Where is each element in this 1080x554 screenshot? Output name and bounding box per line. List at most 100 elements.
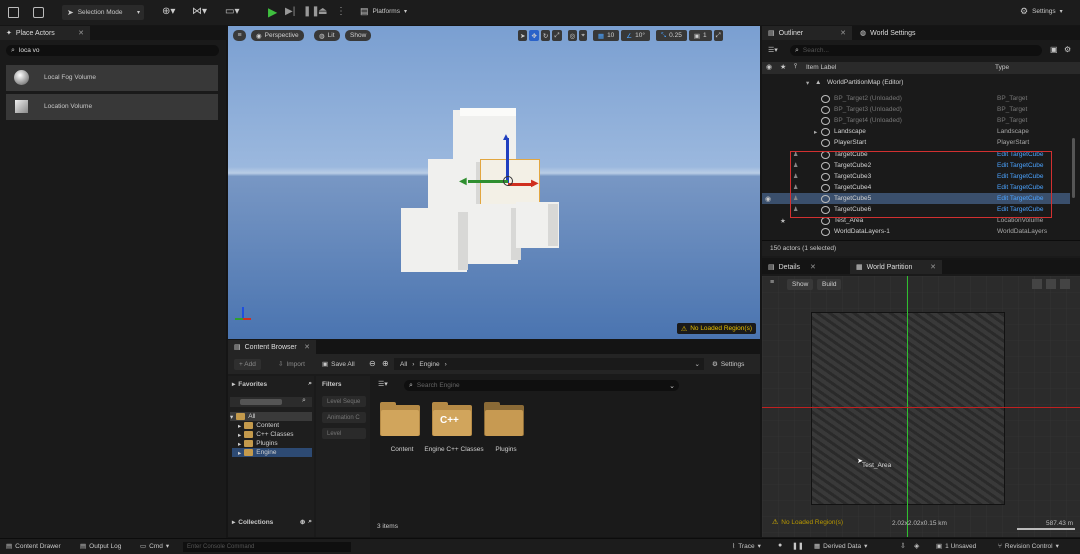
search-icon[interactable]: ⌕	[302, 397, 306, 405]
cb-settings-button[interactable]: ⚙ Settings	[712, 360, 744, 369]
favorites-header[interactable]: ▸ Favorites ⌕	[232, 380, 312, 388]
col-item-label[interactable]: Item Label	[806, 64, 836, 71]
content-icon[interactable]	[33, 7, 44, 18]
platforms-menu[interactable]: ▤ Platforms ▾	[360, 6, 407, 17]
perspective-button[interactable]: ◉ Perspective	[251, 30, 304, 41]
collections-header[interactable]: ▸ Collections ⊕ ⌕	[232, 518, 312, 526]
tree-item-plugins[interactable]: ▸ Plugins	[238, 439, 278, 448]
breadcrumb-all[interactable]: All	[400, 361, 407, 368]
cinematics-icon[interactable]: ▭▾	[225, 6, 239, 17]
show-button[interactable]: Show	[345, 30, 372, 41]
scale-tool-icon[interactable]: ⤢	[552, 30, 562, 41]
console-input[interactable]: Enter Console Command	[183, 542, 351, 552]
gear-icon[interactable]: ⚙	[1064, 45, 1071, 54]
place-actors-search[interactable]: ⌕ loca vo	[6, 45, 219, 56]
scale-snap-button[interactable]: ⤡ 0.25	[655, 30, 687, 41]
derived-data-menu[interactable]: ▦ Derived Data ▾	[814, 542, 867, 551]
move-tool-icon[interactable]: ✥	[529, 30, 539, 41]
tree-item-all[interactable]: ▾ All	[230, 412, 312, 421]
tab-details[interactable]: ▤ Details ✕	[762, 260, 822, 274]
close-icon[interactable]: ✕	[78, 29, 84, 37]
content-drawer-button[interactable]: ▤ Content Drawer	[6, 542, 61, 551]
search-icon[interactable]: ⌕	[308, 380, 312, 388]
tab-place-actors[interactable]: ✦ Place Actors ✕	[0, 26, 90, 40]
tree-item-content[interactable]: ▸ Content	[238, 421, 279, 430]
play-icon[interactable]: ▶	[268, 5, 277, 19]
wp-show-button[interactable]: Show	[787, 279, 814, 290]
asset-search-input[interactable]: ⌕ Search Engine ⌄	[404, 380, 679, 391]
close-icon[interactable]: ✕	[304, 343, 310, 351]
history-dropdown-icon[interactable]: ⌄	[695, 360, 700, 368]
revision-control-menu[interactable]: ⑂ Revision Control ▾	[998, 542, 1059, 551]
unsaved-button[interactable]: ▣ 1 Unsaved	[936, 542, 976, 551]
filter-icon[interactable]: ☰▾	[378, 380, 388, 388]
outliner-row[interactable]: WorldDataLayers-1 WorldDataLayers	[762, 226, 1070, 237]
blueprint-icon[interactable]: ⋈▾	[192, 6, 207, 17]
tab-outliner[interactable]: ▤ Outliner ✕	[762, 26, 852, 40]
download-icon[interactable]: ⇩	[900, 542, 906, 550]
close-icon[interactable]: ✕	[810, 263, 816, 271]
tab-content-browser[interactable]: ▤ Content Browser ✕	[228, 340, 316, 354]
search-icon[interactable]: ⌕	[308, 518, 312, 526]
wp-map-view[interactable]: ≡ Show Build ➤ Test_Area ⚠ No Loaded Reg…	[762, 276, 1080, 537]
filter-level-sequence[interactable]: Level Seque	[322, 396, 366, 407]
project-header[interactable]: ⌕	[230, 397, 312, 407]
world-space-icon[interactable]: ◎	[567, 30, 578, 41]
chevron-right-icon[interactable]: ▸	[814, 128, 817, 136]
pause-icon[interactable]: ❚❚	[792, 542, 804, 550]
outliner-row[interactable]: BP_Target4 (Unloaded) BP_Target	[762, 115, 1070, 126]
tree-item-engine[interactable]: ▸ Engine	[232, 448, 312, 457]
lit-button[interactable]: ◍ Lit	[314, 30, 340, 41]
wp-mode-icon-1[interactable]	[1032, 279, 1042, 289]
selection-mode-dropdown[interactable]: ➤ Selection Mode ▾	[62, 5, 144, 20]
outliner-scrollbar[interactable]	[1072, 138, 1075, 198]
filter-icon[interactable]: ☰▾	[768, 46, 778, 54]
trace-menu[interactable]: ⌇ Trace ▾	[732, 542, 761, 551]
save-all-button[interactable]: ▣ Save All	[322, 360, 355, 369]
notification-icon[interactable]: ◈	[914, 542, 919, 550]
record-icon[interactable]: ●	[778, 542, 782, 549]
level-viewport[interactable]: ▲ ◀ ▶ ≡ ◉ Perspective ◍ Lit Show ➤ ✥ ↻ ⤢…	[228, 26, 760, 339]
actor-item-local-fog-volume[interactable]: Local Fog Volume	[6, 65, 218, 91]
folder-content[interactable]: Content	[378, 400, 426, 470]
outliner-row[interactable]: BP_Target2 (Unloaded) BP_Target	[762, 93, 1070, 104]
close-icon[interactable]: ✕	[930, 263, 936, 271]
tree-item-cpp-classes[interactable]: ▸ C++ Classes	[238, 430, 293, 439]
camera-speed-button[interactable]: ▣ 1	[688, 30, 712, 41]
select-tool-icon[interactable]: ➤	[518, 30, 528, 41]
add-collection-icon[interactable]: ⊕	[300, 518, 305, 526]
step-icon[interactable]: ▶|	[285, 6, 295, 17]
add-actor-icon[interactable]: ⊕▾	[162, 6, 175, 17]
grid-snap-button[interactable]: ▦ 10	[592, 30, 620, 41]
tab-world-settings[interactable]: ◍ World Settings	[854, 26, 922, 40]
wp-mode-icon-2[interactable]	[1046, 279, 1056, 289]
folder-plugins[interactable]: Plugins	[482, 400, 530, 470]
wp-menu-icon[interactable]: ≡	[770, 279, 774, 286]
back-icon[interactable]: ⊖	[369, 359, 376, 368]
cmd-dropdown[interactable]: ▭ Cmd ▾	[140, 542, 169, 551]
tab-world-partition[interactable]: ▦ World Partition ✕	[850, 260, 942, 274]
surface-snap-icon[interactable]: ⌖	[579, 30, 587, 41]
outliner-row[interactable]: ▸ Landscape Landscape	[762, 126, 1070, 137]
col-type[interactable]: Type	[995, 64, 1009, 71]
folder-engine-cpp-classes[interactable]: C++ Engine C++ Classes	[424, 400, 484, 470]
add-button[interactable]: + Add	[234, 359, 261, 370]
eye-icon[interactable]: ◉	[765, 195, 771, 203]
filter-level[interactable]: Level	[322, 428, 366, 439]
close-icon[interactable]: ✕	[840, 29, 846, 37]
more-icon[interactable]: ⋮	[336, 6, 346, 17]
wp-mode-icon-3[interactable]	[1060, 279, 1070, 289]
rotate-tool-icon[interactable]: ↻	[540, 30, 551, 41]
import-button[interactable]: ⇩ Import	[278, 360, 305, 369]
viewport-menu-icon[interactable]: ≡	[233, 30, 246, 41]
outliner-root[interactable]: ▾ ▲ WorldPartitionMap (Editor)	[762, 77, 1070, 88]
outliner-search-input[interactable]: ⌕ Search...	[790, 45, 1042, 56]
wp-build-button[interactable]: Build	[817, 279, 842, 290]
breadcrumb-engine[interactable]: Engine	[419, 361, 439, 368]
outliner-row[interactable]: BP_Target3 (Unloaded) BP_Target	[762, 104, 1070, 115]
rotation-snap-button[interactable]: ∠ 10°	[621, 30, 650, 41]
actor-item-location-volume[interactable]: Location Volume	[6, 94, 218, 120]
forward-icon[interactable]: ⊕	[382, 359, 389, 368]
settings-menu[interactable]: ⚙ Settings ▾	[1020, 6, 1063, 17]
maximize-icon[interactable]: ⤢	[713, 30, 723, 41]
